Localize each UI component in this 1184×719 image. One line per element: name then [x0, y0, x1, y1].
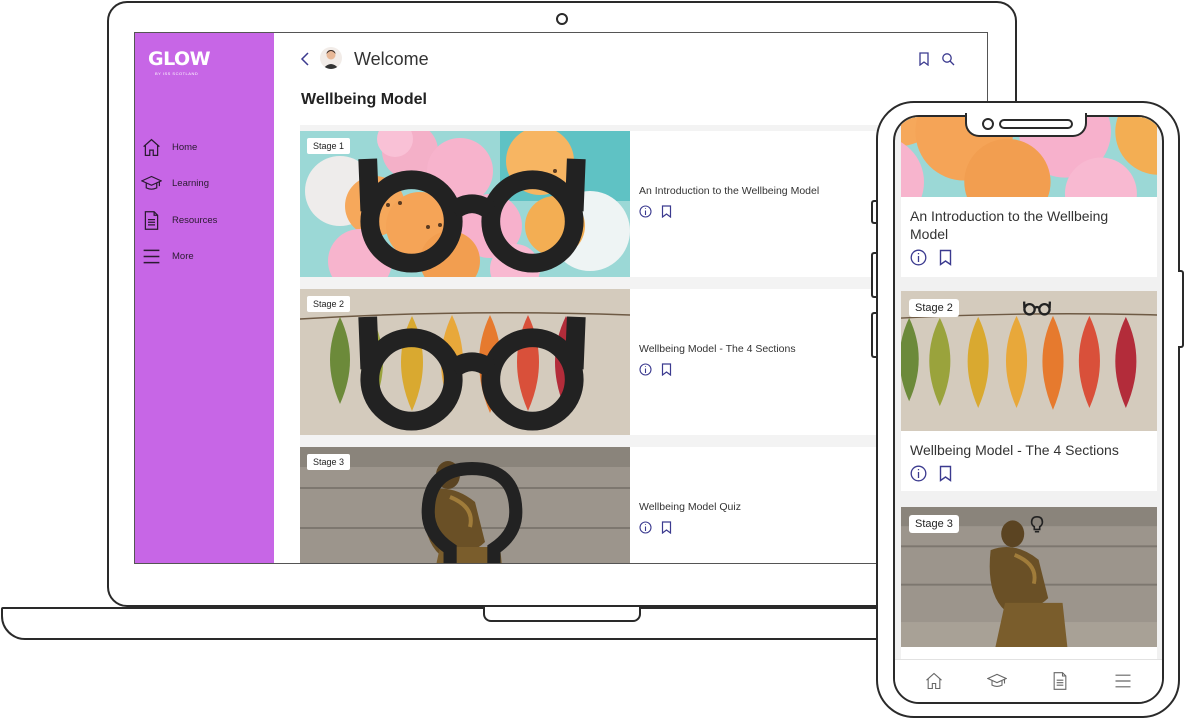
home-icon[interactable]	[924, 671, 944, 691]
stage-badge: Stage 2	[909, 299, 1052, 317]
glasses-icon	[1022, 301, 1052, 316]
glasses-icon	[358, 158, 586, 273]
module-image-leaves: Stage 2	[300, 289, 630, 435]
top-bar: Welcome	[274, 33, 987, 85]
module-title[interactable]: An Introduction to the Wellbeing Model	[901, 197, 1157, 243]
search-icon[interactable]	[941, 52, 955, 66]
module-actions	[901, 243, 1157, 266]
info-icon[interactable]	[639, 363, 652, 376]
menu-icon	[143, 249, 160, 264]
sidebar-item-label: More	[172, 251, 194, 262]
sidebar-item-more[interactable]: More	[141, 245, 271, 269]
sidebar-item-label: Home	[172, 141, 198, 153]
module-title[interactable]: Wellbeing Model - The 4 Sections	[901, 431, 1157, 459]
document-icon	[144, 210, 159, 230]
info-icon[interactable]	[639, 521, 652, 534]
home-icon	[143, 138, 160, 156]
phone-speaker	[999, 119, 1073, 129]
sidebar-item-home[interactable]: Home	[141, 135, 271, 159]
module-image-balloons: Stage 1	[300, 131, 630, 277]
sidebar-item-label: Learning	[172, 178, 209, 189]
document-icon[interactable]	[1050, 671, 1070, 691]
bottom-tab-bar	[895, 659, 1162, 702]
bookmark-icon[interactable]	[660, 521, 673, 535]
sidebar: GLOW BY ISS SCOTLAND Home Learning Resou…	[135, 33, 274, 563]
sidebar-nav: Home Learning Resources More	[141, 135, 271, 281]
lightbulb-icon	[421, 462, 523, 563]
stage-badge: Stage 2	[307, 296, 586, 431]
phone-power-button	[1178, 270, 1184, 348]
phone-screen: An Introduction to the Wellbeing Model S…	[893, 115, 1164, 704]
app-logo[interactable]: GLOW	[148, 48, 211, 70]
module-actions	[901, 459, 1157, 482]
app-logo-subtitle: BY ISS SCOTLAND	[155, 71, 199, 76]
graduation-cap-icon	[141, 175, 162, 190]
laptop-screen: GLOW BY ISS SCOTLAND Home Learning Resou…	[134, 32, 988, 564]
mobile-module-card[interactable]: An Introduction to the Wellbeing Model	[901, 117, 1157, 277]
sidebar-item-label: Resources	[172, 214, 218, 226]
page-title: Wellbeing Model	[301, 91, 427, 108]
module-title[interactable]: Wellbeing Model - The 4 Sections	[639, 343, 796, 355]
graduation-cap-icon[interactable]	[986, 671, 1008, 691]
module-title[interactable]: Wellbeing Model Quiz	[639, 501, 741, 513]
stage-badge: Stage 3	[307, 454, 523, 563]
info-icon[interactable]	[910, 249, 927, 266]
bookmark-icon[interactable]	[918, 52, 930, 66]
module-actions	[639, 205, 673, 219]
module-image-thinker: Stage 3	[300, 447, 630, 563]
stage-badge: Stage 3	[909, 515, 1044, 533]
back-arrow-icon[interactable]	[298, 49, 312, 69]
bookmark-icon[interactable]	[937, 465, 954, 482]
stage-badge: Stage 1	[307, 138, 586, 273]
header-title: Welcome	[354, 49, 429, 69]
sidebar-item-learning[interactable]: Learning	[141, 172, 271, 196]
info-icon[interactable]	[910, 465, 927, 482]
module-actions	[639, 363, 673, 377]
mobile-module-card[interactable]: Stage 2 Wellbeing Model - The 4 Sections	[901, 291, 1157, 491]
avatar[interactable]	[320, 47, 342, 69]
phone-camera	[982, 118, 994, 130]
module-image-thinker: Stage 3	[901, 507, 1157, 647]
module-image-leaves: Stage 2	[901, 291, 1157, 431]
laptop-trackpad-notch	[483, 607, 641, 622]
glasses-icon	[358, 316, 586, 431]
bookmark-icon[interactable]	[660, 205, 673, 219]
bookmark-icon[interactable]	[937, 249, 954, 266]
lightbulb-icon	[1030, 515, 1044, 533]
menu-icon[interactable]	[1113, 671, 1133, 691]
module-actions	[639, 521, 673, 535]
mobile-module-card[interactable]: Stage 3 Wellbeing Model Quiz	[901, 507, 1157, 677]
sidebar-item-resources[interactable]: Resources	[141, 208, 271, 232]
device-mockup: GLOW BY ISS SCOTLAND Home Learning Resou…	[0, 0, 1184, 719]
laptop-camera	[556, 13, 568, 25]
bookmark-icon[interactable]	[660, 363, 673, 377]
module-title[interactable]: An Introduction to the Wellbeing Model	[639, 185, 819, 197]
info-icon[interactable]	[639, 205, 652, 218]
